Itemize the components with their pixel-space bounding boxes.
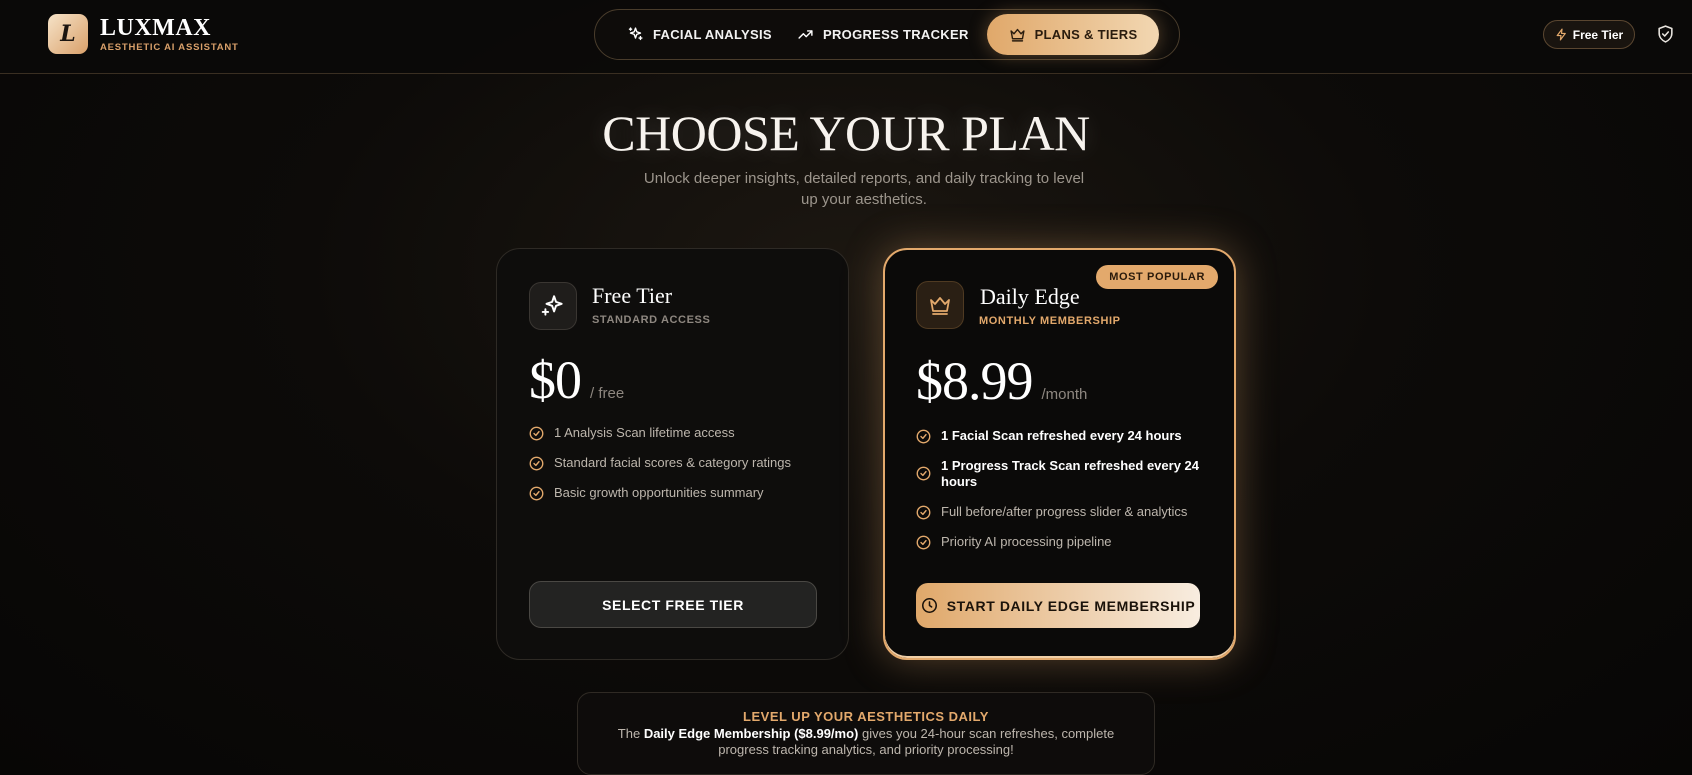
tier-label: Free Tier [1572, 27, 1624, 42]
current-tier-badge[interactable]: Free Tier [1543, 20, 1635, 49]
price-amount: $8.99 [916, 351, 1033, 411]
nav-facial-analysis[interactable]: FACIAL ANALYSIS [627, 14, 797, 55]
feature-item: Priority AI processing pipeline [916, 534, 1211, 550]
crown-icon [1009, 28, 1025, 42]
feature-list: 1 Analysis Scan lifetime access Standard… [529, 425, 824, 515]
feature-item: Basic growth opportunities summary [529, 485, 824, 501]
main-nav: FACIAL ANALYSIS PROGRESS TRACKER PLANS &… [594, 9, 1180, 60]
feature-item: 1 Progress Track Scan refreshed every 24… [916, 458, 1211, 490]
banner-highlight: Daily Edge Membership ($8.99/mo) [643, 726, 859, 741]
nav-label: PLANS & TIERS [1034, 27, 1138, 42]
price-unit: / free [590, 385, 625, 402]
page-title: CHOOSE YOUR PLAN [602, 105, 1090, 161]
top-header: L LUXMAX AESTHETIC AI ASSISTANT FACIAL A… [0, 0, 1692, 74]
nav-progress-tracker[interactable]: PROGRESS TRACKER [797, 14, 987, 55]
shield-check-icon[interactable] [1656, 24, 1675, 49]
page-subtitle: Unlock deeper insights, detailed reports… [643, 170, 1085, 208]
feature-item: 1 Analysis Scan lifetime access [529, 425, 824, 441]
plan-tag: MONTHLY MEMBERSHIP [979, 315, 1121, 327]
lightning-icon [1556, 28, 1566, 41]
clock-icon [921, 597, 937, 614]
start-daily-edge-button[interactable]: START DAILY EDGE MEMBERSHIP [916, 583, 1200, 628]
check-circle-icon [529, 456, 544, 471]
trending-up-icon [798, 30, 813, 39]
check-circle-icon [916, 505, 931, 520]
banner-title: LEVEL UP YOUR AESTHETICS DAILY [743, 709, 989, 724]
select-free-tier-button[interactable]: SELECT FREE TIER [529, 581, 817, 628]
brand-subtitle: AESTHETIC AI ASSISTANT [100, 41, 239, 53]
plan-name: Free Tier [592, 283, 673, 308]
check-circle-icon [916, 535, 931, 550]
plan-tag: STANDARD ACCESS [592, 314, 711, 326]
plan-card-daily-edge: MOST POPULAR Daily Edge MONTHLY MEMBERSH… [883, 248, 1236, 660]
most-popular-badge: MOST POPULAR [1096, 265, 1218, 289]
brand-logo: L [48, 14, 88, 54]
upgrade-banner: LEVEL UP YOUR AESTHETICS DAILY The Daily… [577, 692, 1155, 775]
feature-item: Full before/after progress slider & anal… [916, 504, 1211, 520]
feature-item: 1 Facial Scan refreshed every 24 hours [916, 428, 1211, 444]
brand[interactable]: L LUXMAX AESTHETIC AI ASSISTANT [48, 14, 239, 54]
brand-name: LUXMAX [100, 14, 211, 41]
plan-name: Daily Edge [980, 284, 1080, 309]
banner-body: The Daily Edge Membership ($8.99/mo) giv… [617, 726, 1115, 757]
feature-list: 1 Facial Scan refreshed every 24 hours 1… [916, 428, 1211, 564]
sparkle-icon [628, 27, 643, 41]
crown-icon [916, 281, 964, 329]
check-circle-icon [916, 466, 931, 481]
check-circle-icon [529, 486, 544, 501]
check-circle-icon [529, 426, 544, 441]
button-label: START DAILY EDGE MEMBERSHIP [946, 597, 1196, 614]
plan-price: $8.99 /month [916, 350, 1087, 412]
nav-plans-tiers[interactable]: PLANS & TIERS [987, 14, 1159, 55]
feature-item: Standard facial scores & category rating… [529, 455, 824, 471]
nav-label: PROGRESS TRACKER [823, 27, 969, 42]
plan-card-free: Free Tier STANDARD ACCESS $0 / free 1 An… [496, 248, 849, 660]
price-amount: $0 [529, 350, 582, 410]
check-circle-icon [916, 429, 931, 444]
sparkles-icon [529, 282, 577, 330]
plan-price: $0 / free [529, 349, 624, 411]
price-unit: /month [1041, 386, 1088, 403]
nav-label: FACIAL ANALYSIS [653, 27, 772, 42]
